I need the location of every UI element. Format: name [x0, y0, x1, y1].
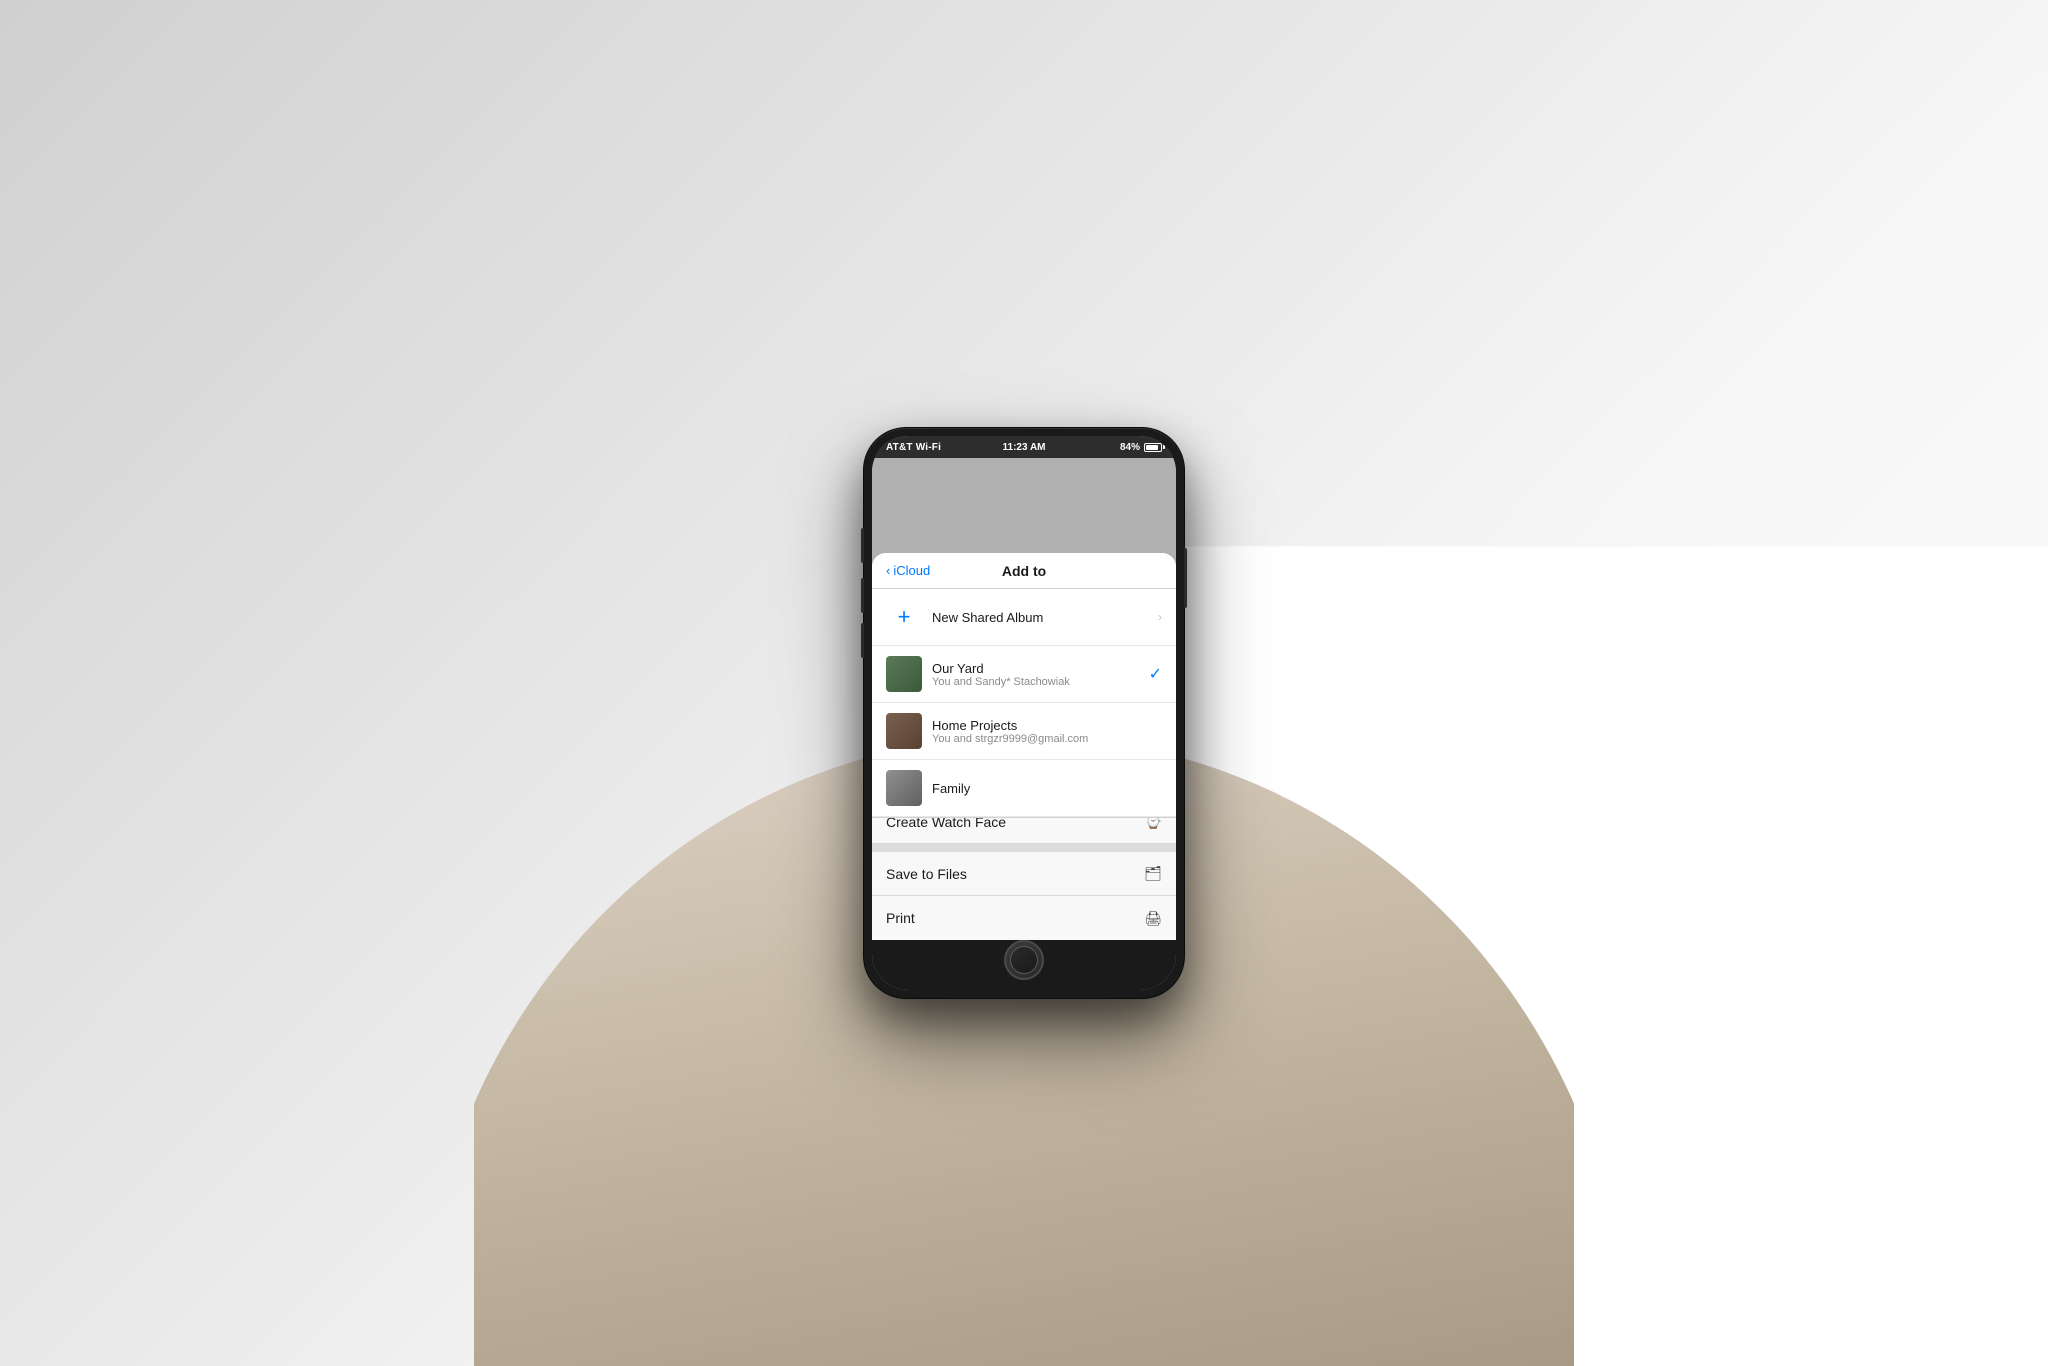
chevron-left-icon: ‹: [886, 563, 890, 578]
icloud-back-button[interactable]: ‹ iCloud: [886, 563, 930, 578]
add-to-dropdown: ‹ iCloud Add to + New Shared Album ›: [872, 553, 1176, 818]
new-album-text: New Shared Album: [932, 610, 1148, 625]
share-sheet: 2 Photos Selected Options > × ‹ iCloud: [872, 553, 1176, 940]
screen-content: 2 Photos Selected Options > × ‹ iCloud: [872, 458, 1176, 940]
our-yard-title: Our Yard: [932, 661, 1139, 676]
battery-fill: [1146, 445, 1158, 450]
battery-percent: 84%: [1120, 442, 1140, 453]
home-projects-thumbnail: [886, 713, 922, 749]
time-label: 11:23 AM: [1003, 442, 1046, 453]
album-item-our-yard[interactable]: Our Yard You and Sandy* Stachowiak ✓: [872, 646, 1176, 703]
our-yard-subtitle: You and Sandy* Stachowiak: [932, 676, 1139, 688]
home-projects-title: Home Projects: [932, 718, 1162, 733]
home-button-inner: [1010, 946, 1038, 974]
chevron-right-icon-new-album: ›: [1158, 610, 1162, 624]
plus-icon: +: [886, 599, 922, 635]
print-label: Print: [886, 910, 915, 926]
battery-icon: [1144, 443, 1162, 452]
home-button[interactable]: [1004, 940, 1044, 980]
family-text: Family: [932, 781, 1162, 796]
add-to-header: ‹ iCloud Add to: [872, 553, 1176, 589]
action-save-to-files[interactable]: Save to Files 🗂: [872, 852, 1176, 896]
home-projects-text: Home Projects You and strgzr9999@gmail.c…: [932, 718, 1162, 745]
family-thumbnail: [886, 770, 922, 806]
icloud-back-label: iCloud: [893, 563, 930, 578]
phone-device: AT&T Wi-Fi 11:23 AM 84%: [864, 428, 1184, 998]
home-bar: [872, 940, 1176, 990]
status-bar: AT&T Wi-Fi 11:23 AM 84%: [872, 436, 1176, 458]
home-projects-subtitle: You and strgzr9999@gmail.com: [932, 733, 1162, 745]
save-files-icon: 🗂: [1144, 865, 1162, 882]
battery-area: 84%: [1120, 442, 1162, 453]
album-item-home-projects[interactable]: Home Projects You and strgzr9999@gmail.c…: [872, 703, 1176, 760]
add-to-title: Add to: [1002, 563, 1046, 579]
action-separator-3: [872, 844, 1176, 852]
family-title: Family: [932, 781, 1162, 796]
our-yard-thumbnail: [886, 656, 922, 692]
battery-body: [1144, 443, 1162, 452]
print-icon: 🖨: [1144, 910, 1162, 927]
phone-screen: AT&T Wi-Fi 11:23 AM 84%: [872, 436, 1176, 990]
save-to-files-label: Save to Files: [886, 866, 967, 882]
our-yard-text: Our Yard You and Sandy* Stachowiak: [932, 661, 1139, 688]
new-shared-album-item[interactable]: + New Shared Album ›: [872, 589, 1176, 646]
action-print[interactable]: Print 🖨: [872, 896, 1176, 940]
carrier-label: AT&T Wi-Fi: [886, 442, 941, 453]
new-album-label: New Shared Album: [932, 610, 1148, 625]
album-item-family[interactable]: Family: [872, 760, 1176, 817]
checkmark-icon: ✓: [1149, 664, 1162, 684]
